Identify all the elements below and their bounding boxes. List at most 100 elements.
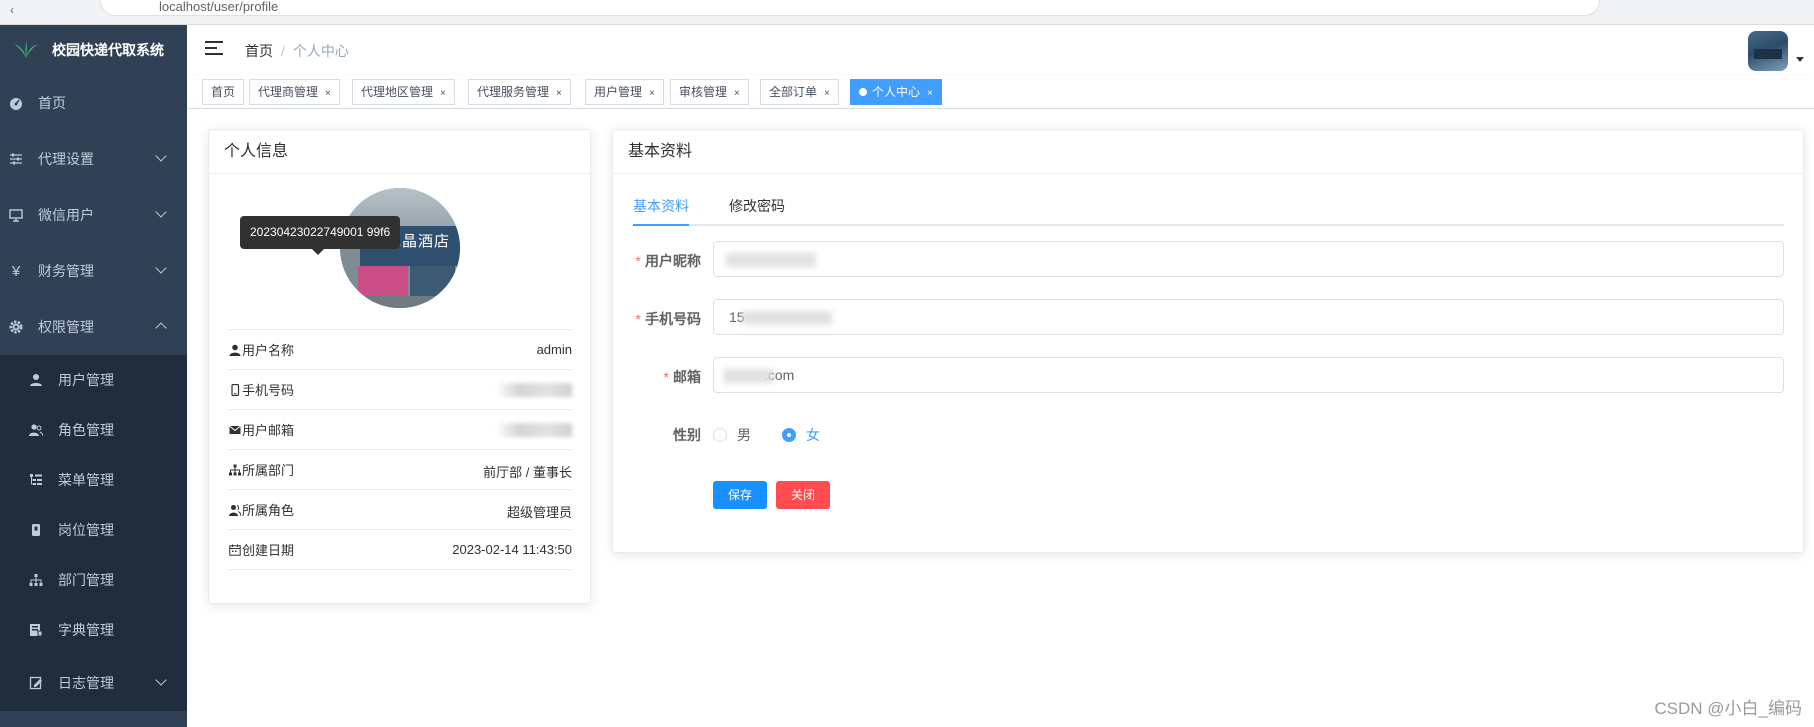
redacted-nickname: [726, 253, 816, 267]
tag-all-orders[interactable]: 全部订单 ×: [760, 79, 839, 105]
close-icon[interactable]: ×: [649, 88, 655, 99]
dashboard-icon: [8, 95, 24, 111]
close-button[interactable]: 关闭: [776, 481, 831, 509]
sidebar-logo[interactable]: 校园快递代取系统: [0, 25, 187, 75]
phone-label: * 手机号码: [635, 311, 701, 327]
save-button[interactable]: 保存: [713, 481, 768, 509]
permissions-submenu: 用户管理 角色管理 菜单管理 岗位管理 部门管理 字典管理 日志管理: [0, 355, 187, 711]
sidebar-item-role-management[interactable]: 角色管理: [0, 405, 187, 455]
yen-icon: ¥: [11, 262, 21, 280]
user-icon: [228, 343, 241, 356]
logo-icon: [14, 41, 38, 58]
log-icon: [28, 675, 44, 691]
radio-label: 女: [806, 427, 820, 443]
sidebar-item-user-management[interactable]: 用户管理: [0, 355, 187, 405]
chevron-down-icon: [155, 262, 167, 274]
sidebar-item-label: 字典管理: [58, 622, 114, 638]
post-icon: [28, 522, 44, 538]
phone-row: * 手机号码 15: [613, 299, 1805, 335]
sidebar-item-home[interactable]: 首页: [0, 75, 187, 131]
sidebar-item-label: 首页: [38, 95, 66, 111]
tag-review-management[interactable]: 审核管理 ×: [670, 79, 749, 105]
tab-basic-info[interactable]: 基本资料: [633, 186, 689, 226]
info-label: 用户名称: [242, 343, 295, 358]
hamburger-icon[interactable]: [205, 41, 223, 57]
tag-label: 全部订单: [769, 85, 818, 99]
email-icon: [228, 423, 241, 436]
close-icon[interactable]: ×: [325, 88, 331, 99]
redacted-email-input: [724, 369, 774, 383]
sidebar-item-log-management[interactable]: 日志管理: [0, 655, 187, 711]
info-value-created: 2023-02-14 11:43:50: [452, 542, 572, 557]
sidebar-item-dept-management[interactable]: 部门管理: [0, 555, 187, 605]
sliders-icon: [8, 151, 24, 167]
email-row: * 邮箱 .com: [613, 357, 1805, 393]
tag-agent-service[interactable]: 代理服务管理 ×: [468, 79, 571, 105]
sidebar-item-label: 岗位管理: [58, 522, 114, 538]
close-icon[interactable]: ×: [734, 88, 740, 99]
gear-icon: [8, 319, 24, 335]
basic-info-card: 基本资料 基本资料 修改密码 * 用户昵称 * 手机号码 15 * 邮箱 .com 性…: [612, 129, 1804, 553]
list-item: 手机号码: [228, 370, 572, 410]
tree-table-icon: [28, 472, 44, 488]
chevron-down-icon: [155, 150, 167, 162]
tag-home[interactable]: 首页: [202, 79, 245, 105]
sidebar-item-label: 代理设置: [38, 151, 94, 167]
gender-radio-female[interactable]: 女: [782, 425, 820, 445]
sidebar-item-menu-management[interactable]: 菜单管理: [0, 455, 187, 505]
basic-info-tabs: 基本资料 修改密码: [633, 186, 1784, 226]
sidebar-item-wechat-users[interactable]: 微信用户: [0, 187, 187, 243]
info-value-username: admin: [536, 342, 572, 357]
nickname-input[interactable]: [713, 241, 1784, 277]
sidebar-item-finance[interactable]: ¥ 财务管理: [0, 243, 187, 299]
tag-user-management[interactable]: 用户管理 ×: [585, 79, 664, 105]
app-main: 个人信息 子水晶酒店 20230423022749001 99f6 用户名称 a…: [187, 109, 1814, 727]
address-bar[interactable]: localhost/user/profile: [100, 0, 1600, 16]
close-icon[interactable]: ×: [556, 88, 562, 99]
avatar[interactable]: [1748, 31, 1788, 71]
peoples-icon: [28, 422, 44, 438]
tag-label: 个人中心: [872, 85, 921, 99]
info-label: 手机号码: [242, 383, 295, 398]
sidebar-item-label: 权限管理: [38, 319, 94, 335]
tag-personal-center[interactable]: 个人中心 ×: [850, 79, 942, 105]
sidebar-item-permissions[interactable]: 权限管理: [0, 299, 187, 355]
info-label: 所属角色: [242, 503, 295, 518]
close-icon[interactable]: ×: [824, 88, 830, 99]
back-icon[interactable]: ‹: [10, 3, 14, 17]
nickname-row: * 用户昵称: [613, 241, 1805, 277]
sidebar-item-post-management[interactable]: 岗位管理: [0, 505, 187, 555]
tag-agent-management[interactable]: 代理商管理 ×: [249, 79, 340, 105]
browser-toolbar: ‹ localhost/user/profile: [0, 0, 1814, 25]
peoples-icon: [228, 503, 241, 516]
email-input[interactable]: .com: [713, 357, 1784, 393]
active-dot-icon: [859, 88, 867, 96]
sidebar-item-dict-management[interactable]: 字典管理: [0, 605, 187, 655]
tag-label: 审核管理: [679, 85, 728, 99]
close-icon[interactable]: ×: [440, 88, 446, 99]
nickname-label: * 用户昵称: [635, 253, 701, 269]
sidebar-item-agent-settings[interactable]: 代理设置: [0, 131, 187, 187]
breadcrumb-home[interactable]: 首页: [245, 43, 273, 59]
close-icon[interactable]: ×: [927, 88, 933, 99]
chevron-down-icon: [155, 674, 167, 686]
avatar-tooltip: 20230423022749001 99f6: [240, 216, 401, 255]
tag-label: 首页: [211, 85, 236, 99]
list-item: 所属角色 超级管理员: [228, 490, 572, 530]
breadcrumb-current: 个人中心: [292, 43, 349, 59]
info-label: 创建日期: [242, 543, 295, 558]
tab-active-indicator: [633, 224, 689, 226]
tab-change-password[interactable]: 修改密码: [729, 186, 785, 226]
list-item: 所属部门 前厅部 / 董事长: [228, 450, 572, 490]
tree-icon: [228, 463, 241, 476]
radio-label: 男: [737, 427, 751, 443]
breadcrumb: 首页 / 个人中心: [245, 41, 349, 61]
info-value-dept: 前厅部 / 董事长: [483, 465, 572, 480]
list-item: 用户名称 admin: [228, 330, 572, 370]
phone-input[interactable]: 15: [713, 299, 1784, 335]
caret-down-icon[interactable]: [1796, 57, 1804, 62]
tag-agent-region[interactable]: 代理地区管理 ×: [352, 79, 455, 105]
sidebar-item-label: 微信用户: [38, 207, 94, 223]
profile-card: 个人信息 子水晶酒店 20230423022749001 99f6 用户名称 a…: [208, 129, 591, 604]
gender-radio-male[interactable]: 男: [713, 425, 751, 445]
